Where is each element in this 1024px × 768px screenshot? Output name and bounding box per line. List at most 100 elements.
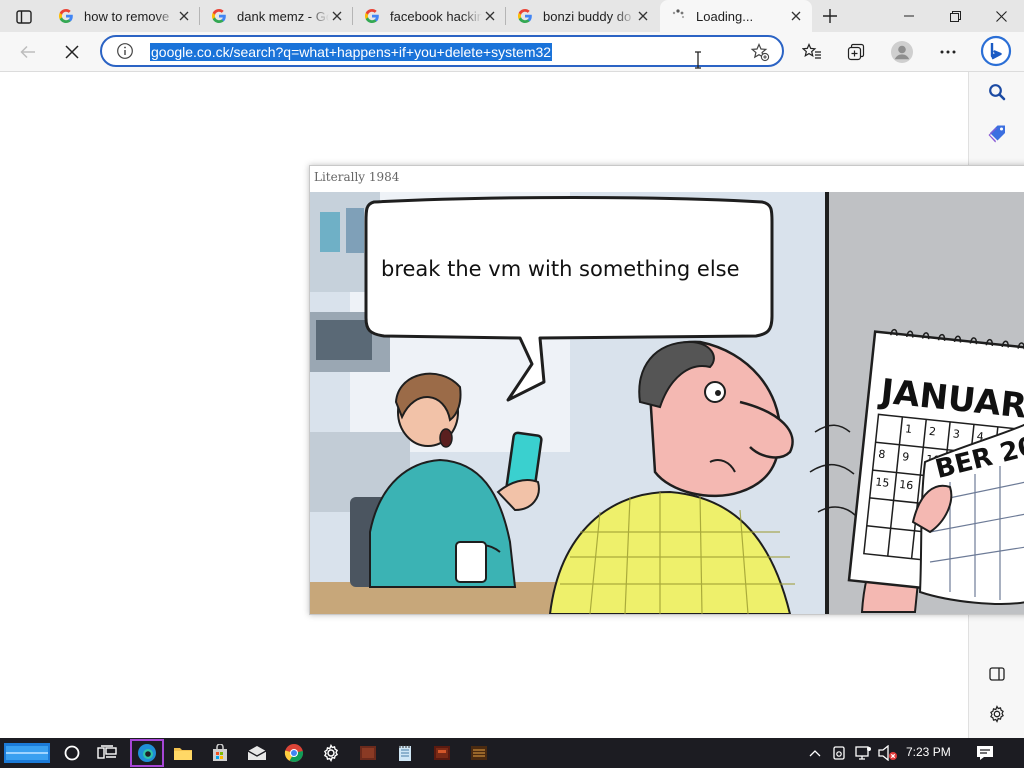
stop-loading-button[interactable] — [56, 36, 88, 68]
calendar-day: 3 — [952, 427, 960, 441]
browser-toolbar: google.co.ck/search?q=what+happens+if+yo… — [0, 32, 1024, 72]
loading-spinner-icon — [672, 9, 685, 19]
tab-title: how to remove — [84, 8, 170, 24]
comic-image: JANUARY 1984 1 2 3 4 8 9 10 11 — [310, 192, 1024, 614]
url-text[interactable]: google.co.ck/search?q=what+happens+if+yo… — [150, 43, 553, 61]
collections-button[interactable] — [840, 36, 872, 68]
close-tab-button[interactable] — [635, 8, 651, 24]
tab-title: bonzi buddy do — [543, 8, 632, 24]
tab-loading[interactable]: Loading... — [660, 0, 812, 32]
minimize-icon — [904, 15, 914, 17]
store-button[interactable] — [207, 741, 233, 765]
sidebar-settings-button[interactable] — [983, 700, 1011, 728]
device-tray-button[interactable] — [828, 741, 850, 765]
taskbar: 7:23 PM — [0, 738, 1024, 768]
shopping-tag-icon — [988, 125, 1005, 143]
favorites-button[interactable] — [796, 36, 828, 68]
gear-icon — [990, 705, 1004, 723]
new-tab-button[interactable] — [816, 4, 844, 28]
tab-separator — [505, 7, 506, 25]
show-hidden-icons-button[interactable] — [804, 741, 826, 765]
search-button[interactable] — [59, 741, 85, 765]
calendar-day: 16 — [899, 478, 914, 492]
app-window-icon — [471, 746, 487, 760]
tab-strip: how to remove dank memz - Go facebook ha… — [0, 0, 1024, 32]
restore-button[interactable] — [932, 0, 978, 32]
search-icon — [989, 84, 1006, 101]
settings-button[interactable] — [318, 741, 344, 765]
comic-illustration: JANUARY 1984 1 2 3 4 8 9 10 11 — [310, 192, 1024, 614]
folder-icon — [174, 748, 192, 760]
start-button[interactable] — [4, 740, 50, 766]
close-tab-button[interactable] — [788, 8, 804, 24]
volume-muted-icon — [878, 745, 897, 761]
task-view-icon — [97, 745, 117, 759]
clock[interactable]: 7:23 PM — [906, 745, 951, 759]
notepad-button[interactable] — [392, 741, 418, 765]
close-tab-button[interactable] — [482, 8, 498, 24]
collections-icon — [847, 43, 865, 61]
calendar-day: 9 — [902, 450, 910, 464]
split-screen-icon — [989, 667, 1005, 681]
tab-actions-button[interactable] — [8, 5, 40, 29]
file-explorer-button[interactable] — [170, 741, 196, 765]
tab-bonzi-buddy[interactable]: bonzi buddy do — [507, 0, 659, 32]
profile-button[interactable] — [886, 36, 918, 68]
notepad-icon — [399, 745, 411, 761]
google-g-icon — [212, 9, 226, 23]
chrome-button[interactable] — [281, 741, 307, 765]
close-window-button[interactable] — [978, 0, 1024, 32]
volume-tray-button[interactable] — [876, 741, 900, 765]
tab-how-to-remove[interactable]: how to remove — [48, 0, 200, 32]
gear-icon — [323, 744, 339, 762]
close-icon — [179, 11, 189, 21]
calendar-day: 8 — [878, 448, 886, 462]
tab-separator — [352, 7, 353, 25]
edge-taskbar-button[interactable] — [130, 739, 164, 767]
mail-icon — [247, 746, 267, 760]
app-button-2[interactable] — [429, 741, 455, 765]
mail-button[interactable] — [244, 741, 270, 765]
notifications-button[interactable] — [972, 741, 998, 765]
search-circle-icon — [64, 745, 80, 761]
bing-copilot-button[interactable] — [978, 32, 1014, 70]
google-g-icon — [59, 9, 73, 23]
app-button-3[interactable] — [466, 741, 492, 765]
tab-title: dank memz - Go — [237, 8, 329, 24]
bing-icon — [980, 35, 1012, 67]
app-window-icon — [360, 746, 376, 760]
image-caption: Literally 1984 — [314, 170, 400, 184]
sidebar-toggle-button[interactable] — [983, 660, 1011, 688]
sidebar-search-button[interactable] — [983, 78, 1011, 106]
close-icon — [638, 11, 648, 21]
add-favorite-icon[interactable] — [750, 42, 770, 62]
start-logo-icon — [4, 743, 50, 763]
tab-dank-memz[interactable]: dank memz - Go — [201, 0, 353, 32]
calendar-day: 15 — [875, 475, 890, 489]
google-g-icon — [518, 9, 532, 23]
sidebar-shopping-button[interactable] — [983, 120, 1011, 148]
restore-icon — [949, 10, 961, 22]
network-tray-button[interactable] — [852, 741, 874, 765]
close-tab-button[interactable] — [176, 8, 192, 24]
settings-menu-button[interactable] — [932, 36, 964, 68]
task-view-button[interactable] — [94, 741, 120, 765]
image-viewer-window: Literally 1984 JANUARY 1 2 3 4 8 9 15 16… — [309, 165, 1024, 615]
close-tab-button[interactable] — [329, 8, 345, 24]
plus-icon — [823, 9, 837, 23]
store-bag-icon — [213, 744, 227, 761]
info-icon[interactable] — [116, 42, 134, 60]
back-arrow-icon — [20, 45, 35, 59]
minimize-button[interactable] — [886, 0, 932, 32]
app-window-icon — [434, 746, 450, 760]
back-button[interactable] — [12, 36, 44, 68]
address-bar[interactable]: google.co.ck/search?q=what+happens+if+yo… — [100, 35, 784, 67]
app-button-1[interactable] — [355, 741, 381, 765]
notification-icon — [977, 746, 993, 760]
tab-title: Loading... — [696, 8, 754, 24]
network-icon — [855, 746, 871, 760]
speech-bubble-text: break the vm with something else — [381, 257, 740, 281]
tab-facebook-hacking[interactable]: facebook hackin — [354, 0, 506, 32]
favorites-icon — [802, 43, 821, 59]
close-icon — [485, 11, 495, 21]
